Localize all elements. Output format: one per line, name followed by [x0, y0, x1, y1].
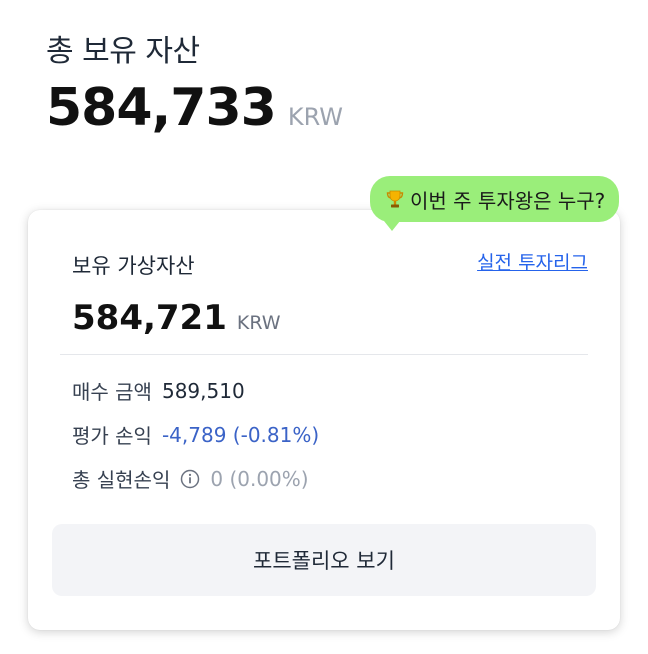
valuation-pnl-label: 평가 손익	[72, 424, 152, 448]
valuation-pnl-row: 평가 손익 -4,789 (-0.81%)	[72, 420, 319, 449]
total-assets-currency: KRW	[287, 103, 344, 131]
purchase-amount-label: 매수 금액	[72, 380, 152, 404]
realized-pnl-value: 0 (0.00%)	[210, 466, 309, 491]
total-assets-amount: 584,733	[46, 78, 277, 138]
total-assets-label: 총 보유 자산	[46, 34, 200, 69]
trophy-icon	[384, 188, 406, 210]
valuation-pnl-value: -4,789 (-0.81%)	[161, 422, 320, 447]
card-divider	[60, 354, 588, 355]
total-assets-row: 584,733 KRW	[46, 78, 343, 138]
virtual-assets-currency: KRW	[236, 312, 281, 334]
info-icon[interactable]	[180, 469, 200, 489]
realized-pnl-row: 총 실현손익 0 (0.00%)	[72, 464, 309, 493]
virtual-assets-label: 보유 가상자산	[72, 254, 195, 278]
view-portfolio-button[interactable]: 포트폴리오 보기	[52, 524, 596, 596]
purchase-amount-value: 589,510	[161, 378, 245, 403]
investment-league-link[interactable]: 실전 투자리그	[477, 248, 588, 275]
purchase-amount-row: 매수 금액 589,510	[72, 376, 245, 405]
virtual-assets-amount: 584,721	[72, 298, 227, 338]
weekly-champion-tooltip[interactable]: 이번 주 투자왕은 누구?	[370, 176, 620, 231]
realized-pnl-label: 총 실현손익	[72, 468, 171, 492]
tooltip-text: 이번 주 투자왕은 누구?	[410, 188, 606, 213]
asset-summary-screen: 총 보유 자산 584,733 KRW 보유 가상자산 실전 투자리그 584,…	[0, 0, 648, 654]
virtual-assets-card: 보유 가상자산 실전 투자리그 584,721 KRW 매수 금액 589,51…	[28, 210, 620, 630]
virtual-assets-row: 584,721 KRW	[72, 298, 281, 338]
tooltip-tail	[384, 221, 400, 231]
